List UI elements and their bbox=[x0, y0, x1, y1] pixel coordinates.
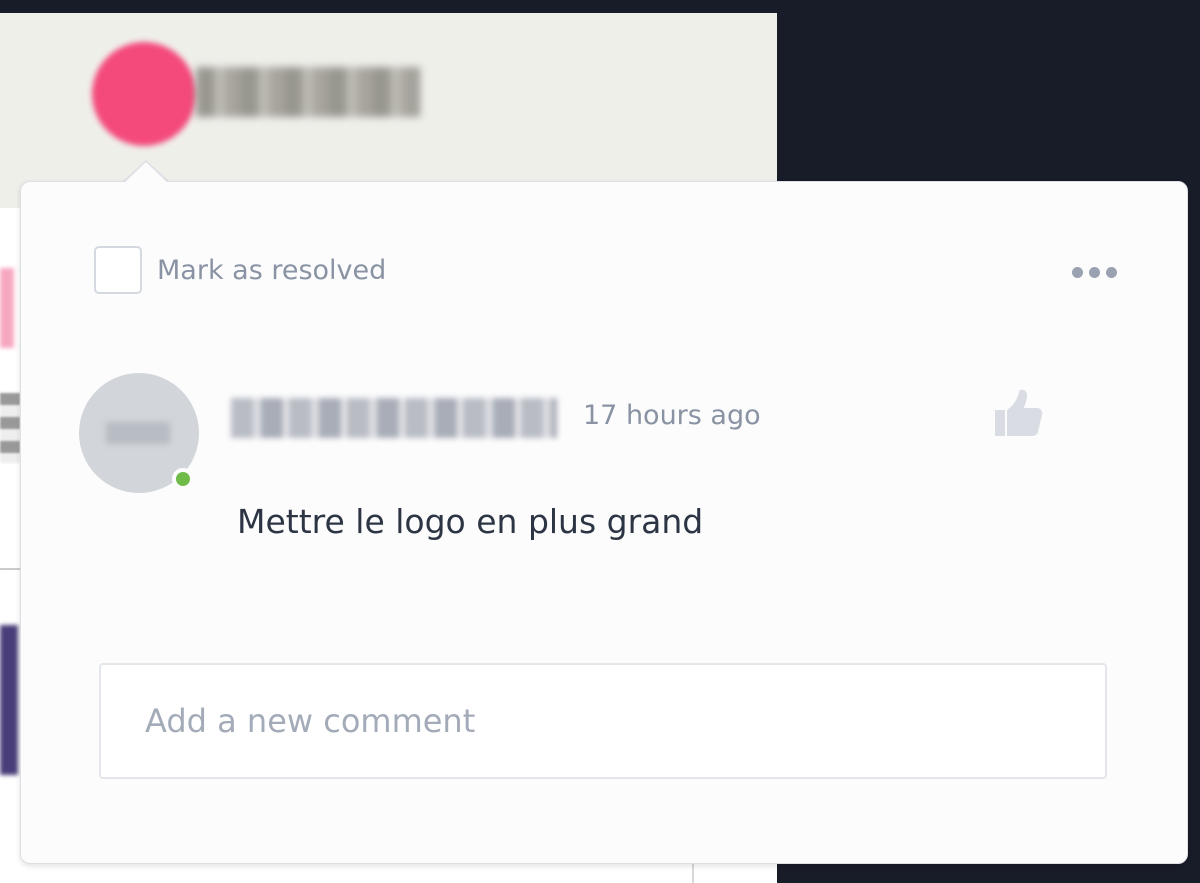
mark-resolved-checkbox[interactable] bbox=[94, 246, 142, 294]
pin-label-redacted bbox=[196, 67, 420, 117]
thumbs-up-icon[interactable] bbox=[993, 388, 1043, 442]
more-dot bbox=[1089, 267, 1100, 278]
new-comment-input[interactable] bbox=[99, 663, 1107, 779]
comment-popover: Mark as resolved 17 hours ago Mettre le … bbox=[20, 181, 1188, 864]
more-dot bbox=[1072, 267, 1083, 278]
avatar-initials-redacted bbox=[106, 422, 170, 444]
more-dot bbox=[1106, 267, 1117, 278]
comment-body: Mettre le logo en plus grand bbox=[237, 502, 704, 541]
mark-resolved-row[interactable]: Mark as resolved bbox=[94, 246, 386, 294]
more-options-icon[interactable] bbox=[1072, 267, 1117, 278]
author-name-redacted bbox=[231, 398, 557, 438]
comment-pin[interactable] bbox=[92, 42, 196, 146]
like-count-redacted bbox=[1057, 399, 1079, 429]
background-divider bbox=[0, 568, 20, 570]
comment-timestamp: 17 hours ago bbox=[583, 400, 761, 431]
background-pink-element bbox=[0, 268, 14, 348]
background-purple-element bbox=[0, 625, 18, 775]
popover-arrow-fill bbox=[124, 162, 168, 183]
mark-resolved-label[interactable]: Mark as resolved bbox=[157, 255, 386, 286]
background-divider-vertical bbox=[692, 863, 694, 883]
online-status-indicator bbox=[172, 468, 194, 490]
background-checker-element bbox=[0, 393, 20, 463]
